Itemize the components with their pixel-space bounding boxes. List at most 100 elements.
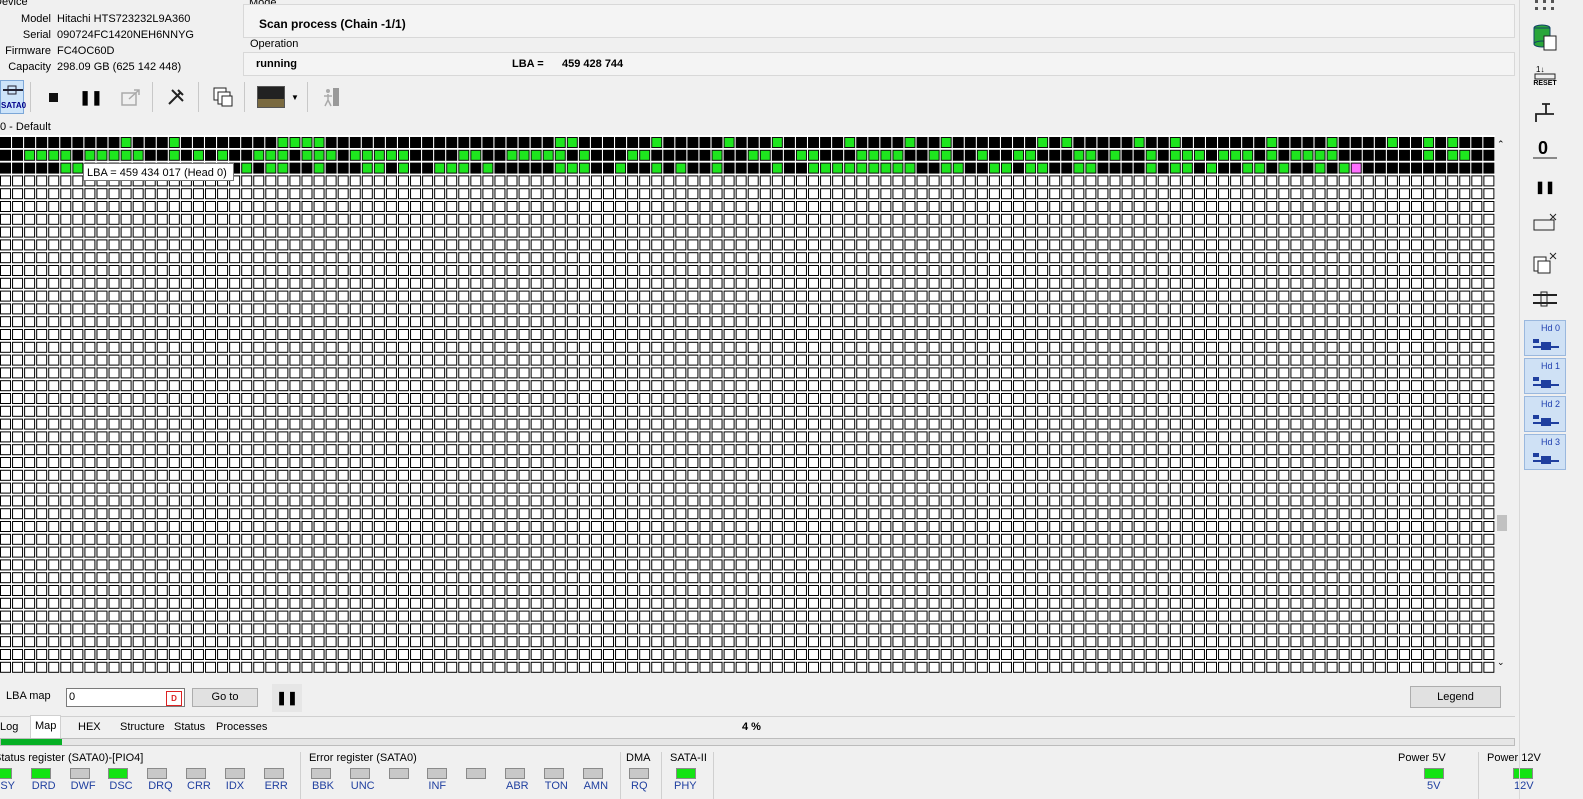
heads-icon [1533,291,1557,307]
sata-title: SATA-II [670,752,707,764]
error-led-blank4 [466,768,487,779]
map-pause-button[interactable]: ❚❚ [272,684,302,712]
zero-fill-button[interactable]: 0 [1525,132,1565,166]
export-icon [121,89,140,106]
disconnect-button[interactable] [1525,206,1565,240]
reset-button[interactable]: 1↓ RESET [1525,58,1565,92]
dma-title: DMA [626,752,651,764]
windows-icon [213,87,233,107]
map-vertical-scrollbar[interactable]: ⌃ ⌄ [1495,135,1509,673]
status-led-err [263,768,284,779]
operation-title: Operation [250,38,299,50]
tab-processes[interactable]: Processes [212,717,271,737]
device-panel-title: Device [0,0,28,8]
head-icon [1531,337,1561,351]
tab-status[interactable]: Status [170,717,209,737]
serial-value: 090724FC1420NEH6NNYG [57,29,194,41]
scroll-thumb[interactable] [1497,515,1507,531]
power5v-title: Power 5V [1398,752,1446,764]
tab-hex[interactable]: HEX [74,717,105,737]
map-view-dropdown[interactable]: ▼ [255,80,301,114]
lba-tooltip: LBA = 459 434 017 (Head 0) [83,163,234,181]
scroll-up-icon[interactable]: ⌃ [1497,139,1505,150]
error-led-blank2 [388,768,409,779]
status-led-label: DWF [70,780,96,792]
stop-icon [48,92,58,102]
operation-status: running [256,58,297,70]
map-header: 0 - Default [0,121,51,133]
progress-bar [0,738,1515,746]
export-button[interactable] [116,80,146,114]
error-led-inf [427,768,448,779]
status-led-drq [147,768,168,779]
lba-input[interactable] [69,690,163,704]
power5v-led [1424,768,1444,779]
status-led-label: DRD [31,780,56,792]
zero-fill-icon: 0 [1533,138,1557,159]
capacity-label: Capacity [8,61,51,73]
status-led-label: CRR [187,780,211,792]
map-view-icon [257,86,286,108]
heads-map-button[interactable] [1525,282,1565,316]
error-led-ton [543,768,564,779]
firmware-value: FC4OC60D [57,45,115,57]
tab-log[interactable]: Log [0,717,22,737]
status-led-label: DRQ [148,780,173,792]
tools-icon [168,89,184,105]
legend-button[interactable]: Legend [1410,686,1501,708]
dma-led [629,768,649,779]
copy-window-button[interactable] [208,80,238,114]
head-icon [1531,375,1561,389]
device-model-row: Model Hitachi HTS723232L9A360 [0,13,240,28]
lba-input-box[interactable]: D [66,688,185,707]
head-2-button[interactable]: Hd 2 [1524,396,1566,432]
sidebar-pause-button[interactable]: ❚❚ [1525,170,1565,204]
chevron-down-icon: ▼ [291,92,299,102]
error-led-label: INF [428,780,447,792]
head-3-button[interactable]: Hd 3 [1524,434,1566,470]
status-led-label: ERR [264,780,288,792]
device-serial-row: Serial 090724FC1420NEH6NNYG [0,29,240,44]
lba-map-grid[interactable] [0,135,1495,673]
lba-map-label: LBA map [6,690,51,702]
power12v-title: Power 12V [1487,752,1541,764]
progress-text: 4 % [742,721,761,733]
error-led-label: BBK [312,780,335,792]
close-windows-button[interactable] [1525,246,1565,280]
head-label: Hd 1 [1541,361,1561,371]
error-led-label: AMN [583,780,609,792]
head-1-button[interactable]: Hd 1 [1524,358,1566,394]
mode-box: Scan process (Chain -1/1) [243,4,1515,38]
error-led-abr [505,768,525,779]
power12v-label: 12V [1514,780,1534,792]
pause-button[interactable]: ❚❚ [76,80,106,114]
operation-box: running LBA = 459 428 744 [243,52,1515,76]
sata-phy-led [676,768,696,779]
tab-structure[interactable]: Structure [116,717,169,737]
power-connector-button[interactable] [1525,96,1565,130]
status-led-label: BSY [0,780,16,792]
database-button[interactable] [1525,20,1565,56]
firmware-label: Firmware [5,45,51,57]
error-led-bbk [311,768,331,779]
status-register-title: Status register (SATA0)-[PIO4] [0,752,144,764]
head-label: Hd 3 [1541,437,1561,447]
status-led-dwf [69,768,90,779]
scroll-down-icon[interactable]: ⌄ [1497,657,1505,668]
port-sata0-button[interactable]: SATA0 [0,80,26,114]
goto-button[interactable]: Go to [192,688,258,707]
lba-label: LBA = [512,58,544,70]
model-label: Model [21,13,51,25]
dma-led-label: RQ [631,780,648,792]
head-0-button[interactable]: Hd 0 [1524,320,1566,356]
exit-button[interactable] [316,80,346,114]
decimal-hex-toggle-icon[interactable]: D [166,691,182,706]
serial-label: Serial [22,29,51,41]
status-led-label: IDX [225,780,245,792]
close-windows-icon [1533,252,1557,274]
tab-map[interactable]: Map [30,715,62,739]
power5v-label: 5V [1427,780,1441,792]
grid-menu-icon[interactable] [1525,0,1565,14]
tools-button[interactable] [161,80,191,114]
stop-button[interactable] [38,80,68,114]
